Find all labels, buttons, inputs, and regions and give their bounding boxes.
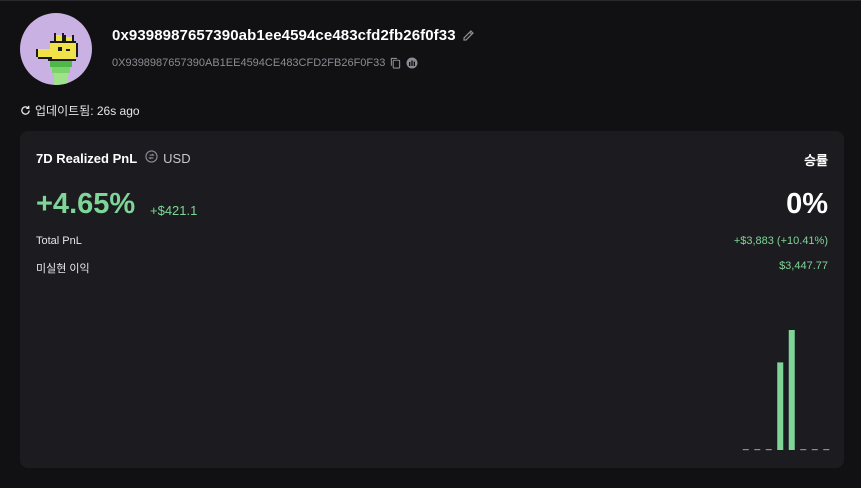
winrate-label: 승률 [804,153,828,168]
chart-bar-zero [800,449,807,451]
pnl-bar-chart [742,330,830,451]
wallet-address-sub: 0X9398987657390AB1EE4594CE483CFD2FB26F0F… [112,57,418,69]
chart-bar [777,362,784,450]
unrealized-value: $3,447.77 [779,260,828,272]
panel-title-row: 7D Realized PnL USD [36,150,191,166]
chart-bar-zero [811,449,818,451]
copy-icon[interactable] [390,57,401,69]
currency-switch-icon [145,150,158,166]
pnl-panel: 7D Realized PnL USD 승률 +4.65% +$421.1 0%… [20,131,844,468]
avatar [20,13,92,85]
chart-bar-zero [765,449,772,451]
total-pnl-label: Total PnL [36,235,82,247]
pnl-percent: +4.65% [36,188,136,220]
pnl-usd: +$421.1 [150,203,198,218]
winrate-value: 0% [786,188,828,220]
refresh-icon[interactable] [20,105,31,116]
wallet-address-title: 0x9398987657390ab1ee4594ce483cfd2fb26f0f… [112,27,475,44]
currency-label: USD [163,150,191,166]
unrealized-label: 미실현 이익 [36,263,90,275]
last-updated-text: 업데이트됨: 26s ago [35,104,140,118]
chart-bar-zero [823,449,830,451]
wallet-address-upper: 0X9398987657390AB1EE4594CE483CFD2FB26F0F… [112,57,386,69]
chart-bar-zero [742,449,749,451]
chart-bar-zero [754,449,761,451]
total-pnl-value: +$3,883 (+10.41%) [733,235,828,247]
explorer-logo-icon[interactable] [406,57,418,69]
currency-toggle[interactable]: USD [145,150,191,166]
panel-title: 7D Realized PnL [36,150,138,166]
pencil-icon[interactable] [462,29,475,42]
chart-bar [788,330,795,450]
wallet-address: 0x9398987657390ab1ee4594ce483cfd2fb26f0f… [112,27,456,44]
last-updated: 업데이트됨: 26s ago [20,102,140,119]
